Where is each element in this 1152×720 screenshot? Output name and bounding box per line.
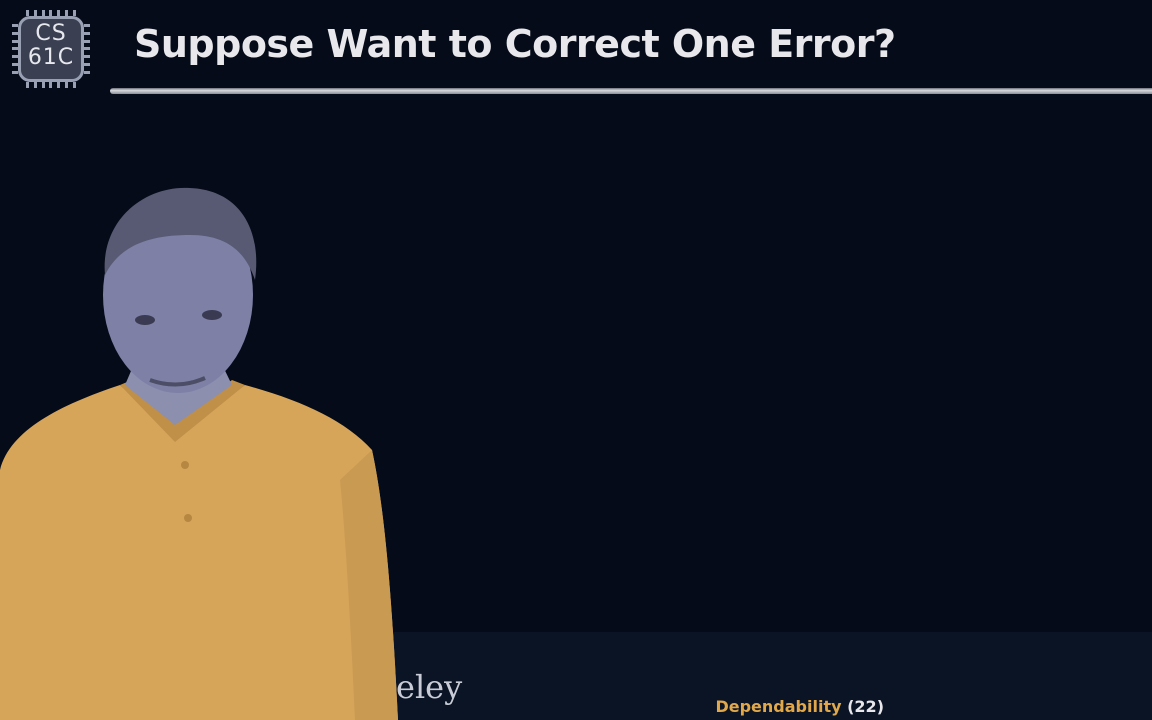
- cs61c-chip-logo-icon: CS 61C: [10, 8, 92, 90]
- logo-text: CS 61C: [18, 22, 84, 70]
- slide-title: Suppose Want to Correct One Error?: [134, 22, 896, 66]
- logo-line-1: CS: [35, 21, 67, 46]
- slide-number: (22): [847, 697, 884, 716]
- berkeley-watermark: eley: [396, 668, 463, 706]
- footer-topic: Dependability: [715, 697, 842, 716]
- slide: CS 61C Suppose Want to Correct One Error…: [0, 0, 1152, 720]
- logo-line-2: 61C: [27, 45, 75, 70]
- presenter-video-overlay: [0, 187, 398, 720]
- title-divider: [110, 88, 1152, 94]
- presenter-shirt: [0, 385, 398, 720]
- slide-footer: Dependability (22): [715, 697, 884, 716]
